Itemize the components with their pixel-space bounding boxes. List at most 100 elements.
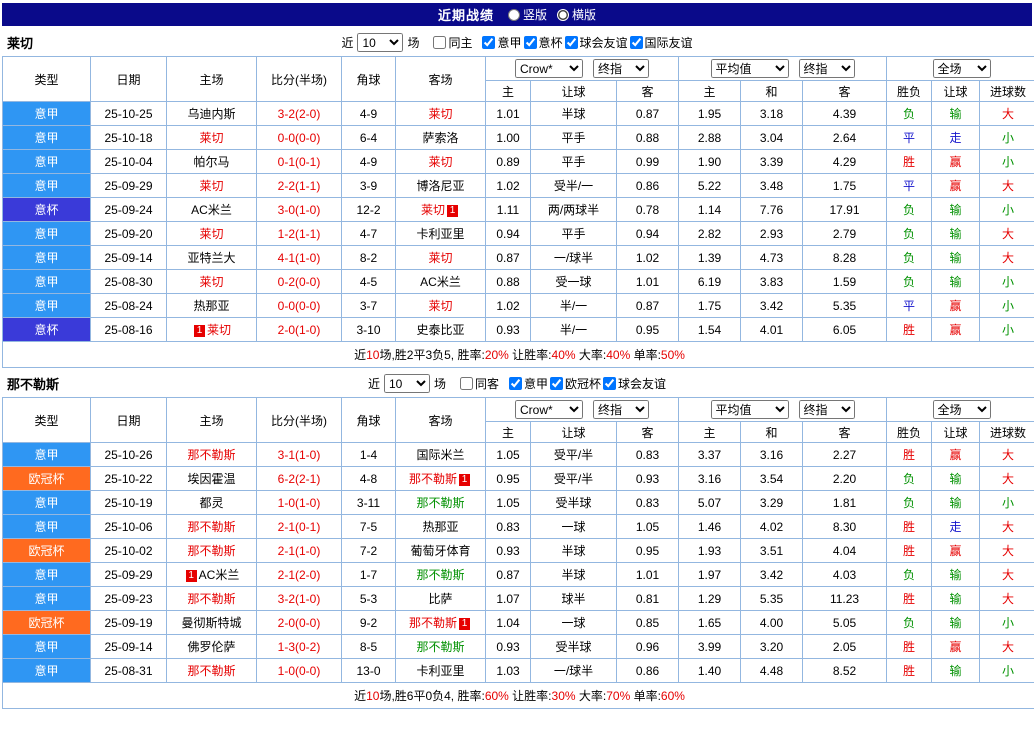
filter-checkbox[interactable] [459,377,473,390]
bookmaker-select[interactable]: Crow* [515,400,583,419]
match-date: 25-10-19 [90,490,167,515]
avg-draw-odds: 3.04 [740,125,803,150]
match-count-select[interactable]: 10 [357,33,404,52]
filter-bar: 那不勒斯 近 10 场 同客 意甲 欧冠杯 球会友谊 [2,370,1032,397]
filter-option[interactable]: 意杯 [523,34,563,51]
filter-checkbox[interactable] [509,377,522,390]
euro-odds-time-select[interactable]: 终指 [798,59,855,78]
handicap-away-odds: 0.86 [616,658,679,683]
asian-odds-time-select[interactable]: 终指 [593,400,649,419]
fulltime-select[interactable]: 全场 [932,59,991,78]
match-row: 意甲 25-09-29 莱切 2-2(1-1) 3-9 博洛尼亚 1.02 受半/一 0.86 5… [2,173,1034,198]
home-team-name: 乌迪内斯 [187,107,236,121]
view-mode-radio[interactable] [507,8,520,21]
handicap-away-odds: 0.96 [616,634,679,659]
result-handicap: 赢 [931,149,981,174]
away-team: 莱切 [395,293,486,318]
away-team: 葡萄牙体育 [395,538,486,563]
handicap-away-odds: 0.93 [616,466,679,491]
page-title: 近期战绩 [437,8,494,23]
corner-score: 8-5 [341,634,396,659]
filter-option[interactable]: 球会友谊 [603,375,666,392]
result-group-header: 全场 [886,397,1034,422]
match-row: 意甲 25-09-23 那不勒斯 3-2(1-0) 5-3 比萨 1.07 球半 0.81 1.2… [2,586,1034,611]
match-type: 欧冠杯 [2,466,91,491]
match-row: 意甲 25-10-26 那不勒斯 3-1(1-0) 1-4 国际米兰 1.05 受平/半 0.8… [2,442,1034,467]
euro-average-select[interactable]: 平均值 [710,400,789,419]
handicap-home-odds: 1.02 [485,293,531,318]
avg-away-odds: 17.91 [801,197,888,222]
handicap-away-odds: 0.85 [616,610,679,635]
asian-odds-group-header: Crow* 终指 [485,56,679,81]
result-goals: 小 [979,317,1034,342]
bookmaker-select[interactable]: Crow* [515,59,583,78]
asian-odds-time-select[interactable]: 终指 [593,59,649,78]
away-team: 莱切 [395,149,486,174]
euro-odds-group-header: 平均值 终指 [677,397,888,422]
filter-checkbox[interactable] [433,36,447,49]
filter-option[interactable]: 欧冠杯 [550,375,601,392]
corner-score: 7-2 [341,538,396,563]
filter-option[interactable]: 球会友谊 [564,34,628,51]
result-outcome: 负 [886,245,933,270]
avg-away-odds: 2.79 [801,221,888,246]
away-team: 卡利亚里 [395,658,486,683]
result-goals: 大 [979,514,1034,539]
filter-option[interactable]: 意甲 [509,375,548,392]
avg-draw-odds: 3.48 [740,173,803,198]
filter-checkbox[interactable] [629,36,643,49]
summary-text-cell: 近10场,胜6平0负4, 胜率:60% 让胜率:30% 大率:70% 单率:60… [1,682,1034,709]
match-type: 意甲 [2,221,91,246]
view-mode-option[interactable]: 竖版 [507,6,547,23]
filter-controls: 近 10 场 同主 意甲 意杯 球会友谊 国际友谊 [341,33,693,52]
avg-draw-odds: 4.48 [740,658,803,683]
result-outcome: 负 [886,490,933,515]
result-outcome: 平 [886,293,933,318]
match-type: 意甲 [2,245,91,270]
filter-checkbox[interactable] [523,36,537,49]
view-mode-radio[interactable] [557,8,569,21]
result-goals: 大 [979,245,1034,270]
filter-option[interactable]: 国际友谊 [629,34,693,51]
handicap-line: 受平/半 [530,442,617,467]
subcol-euro-away: 客 [801,421,888,443]
match-count-select[interactable]: 10 [383,374,430,393]
home-team-name: 都灵 [199,496,224,510]
filter-checkbox[interactable] [482,36,496,49]
euro-average-select[interactable]: 平均值 [710,59,789,78]
home-team-name: 那不勒斯 [187,592,236,606]
home-team: 曼彻斯特城 [166,610,257,635]
avg-draw-odds: 4.01 [740,317,803,342]
away-team: 史泰比亚 [395,317,486,342]
avg-home-odds: 2.82 [678,221,741,246]
corner-score: 12-2 [341,197,396,222]
away-team-name: 热那亚 [422,520,459,534]
filter-checkbox[interactable] [564,36,578,49]
score: 2-0(0-0) [256,610,342,635]
match-type: 意甲 [2,658,91,683]
filter-checkbox[interactable] [603,377,617,390]
filter-label: 欧冠杯 [565,377,602,391]
result-handicap: 输 [931,562,981,587]
match-date: 25-10-04 [90,149,167,174]
view-mode-option[interactable]: 横版 [557,6,596,23]
away-team-name: 葡萄牙体育 [410,544,471,558]
summary-stat: 40% [551,348,576,362]
filter-option[interactable]: 意甲 [482,34,522,51]
filter-checkbox[interactable] [550,377,564,390]
result-outcome: 平 [886,125,933,150]
avg-home-odds: 1.46 [678,514,741,539]
score: 1-3(0-2) [256,634,342,659]
result-handicap: 赢 [931,293,981,318]
fulltime-select[interactable]: 全场 [932,400,991,419]
score: 3-2(2-0) [256,101,342,126]
away-team-name: 莱切 [420,203,445,217]
euro-odds-time-select[interactable]: 终指 [798,400,855,419]
filter-label: 同主 [448,36,473,50]
filter-option[interactable]: 同客 [459,375,499,392]
avg-draw-odds: 3.29 [740,490,803,515]
match-date: 25-10-25 [90,101,167,126]
avg-away-odds: 8.30 [801,514,888,539]
filter-option[interactable]: 同主 [433,34,472,51]
handicap-away-odds: 0.83 [616,442,679,467]
